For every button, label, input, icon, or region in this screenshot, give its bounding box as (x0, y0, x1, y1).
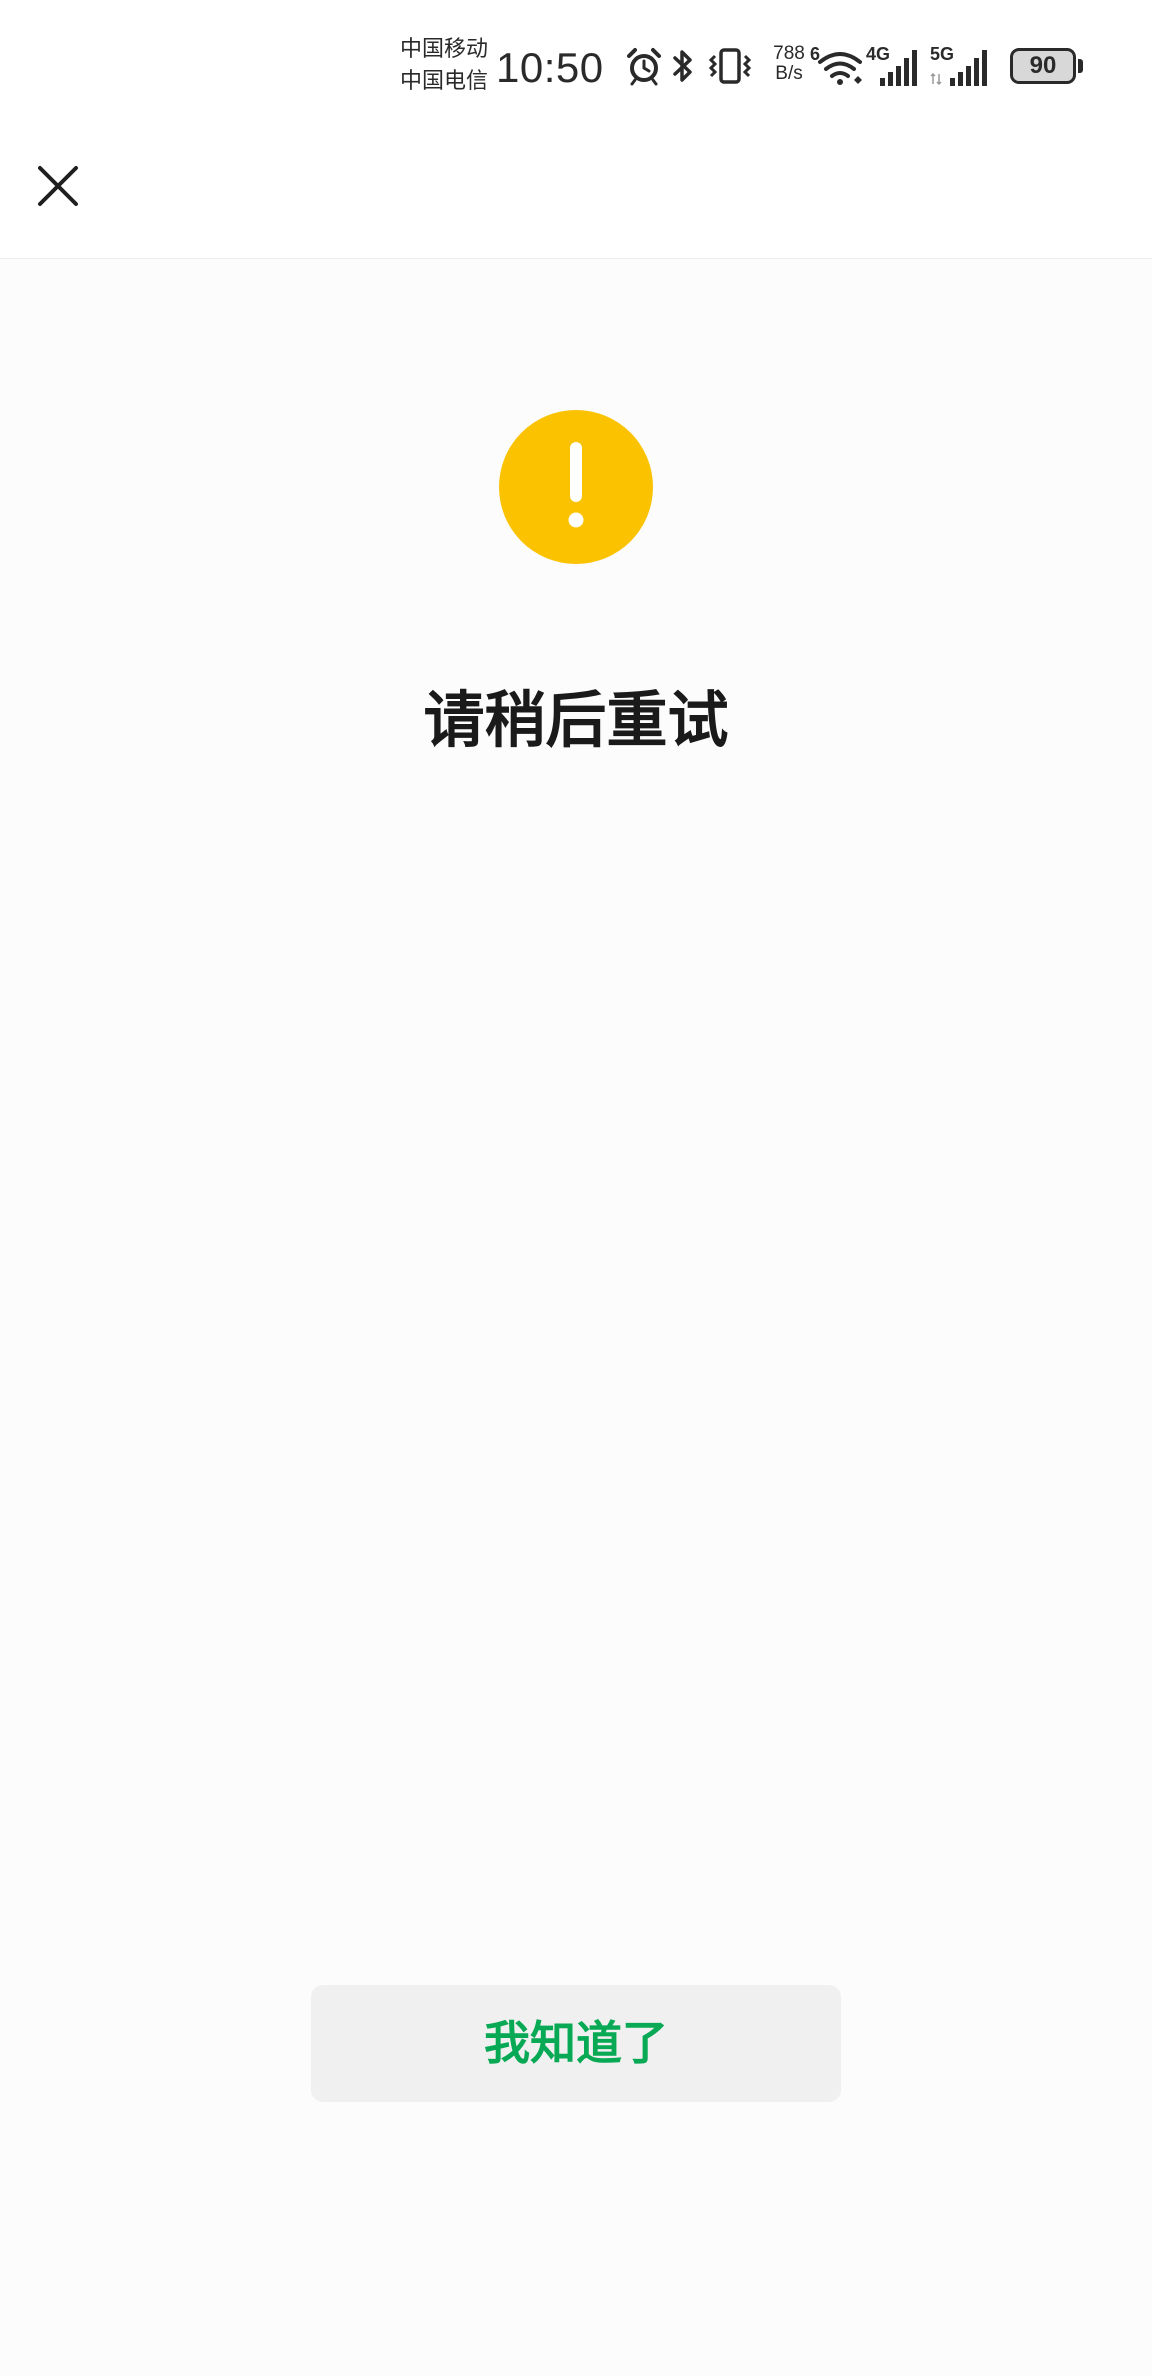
status-time: 10:50 (496, 44, 604, 91)
battery-icon: 90 (1010, 48, 1076, 84)
carrier-2-label: 中国电信 (400, 69, 489, 94)
result-title: 请稍后重试 (423, 685, 729, 756)
net-speed: 788 B/s (768, 44, 810, 84)
sim2-network-label: 5G (930, 44, 954, 64)
nav-bar (0, 136, 1152, 259)
net-speed-value: 788 (773, 43, 805, 64)
bluetooth-icon (670, 46, 696, 90)
signal-icon: 5G (930, 44, 992, 92)
warning-badge (499, 410, 653, 564)
battery-tip (1078, 59, 1083, 73)
carrier-labels: 中国移动 中国电信 (400, 34, 492, 98)
wifi-icon: 6 (810, 44, 866, 92)
net-speed-unit: B/s (775, 63, 803, 84)
exclamation-icon (568, 442, 584, 528)
alarm-icon (624, 46, 664, 90)
acknowledge-button[interactable]: 我知道了 (311, 1985, 841, 2102)
sim1-network-label: 4G (866, 44, 890, 64)
battery-level: 90 (1029, 52, 1057, 79)
status-bar: 中国移动 中国电信 10:50 788 B/s 6 4G 5G 90 (0, 0, 1152, 136)
vibrate-icon (706, 46, 754, 90)
close-button[interactable] (22, 150, 94, 222)
signal-icon: 4G (866, 44, 922, 92)
close-icon (38, 166, 78, 206)
carrier-1-label: 中国移动 (400, 37, 489, 62)
